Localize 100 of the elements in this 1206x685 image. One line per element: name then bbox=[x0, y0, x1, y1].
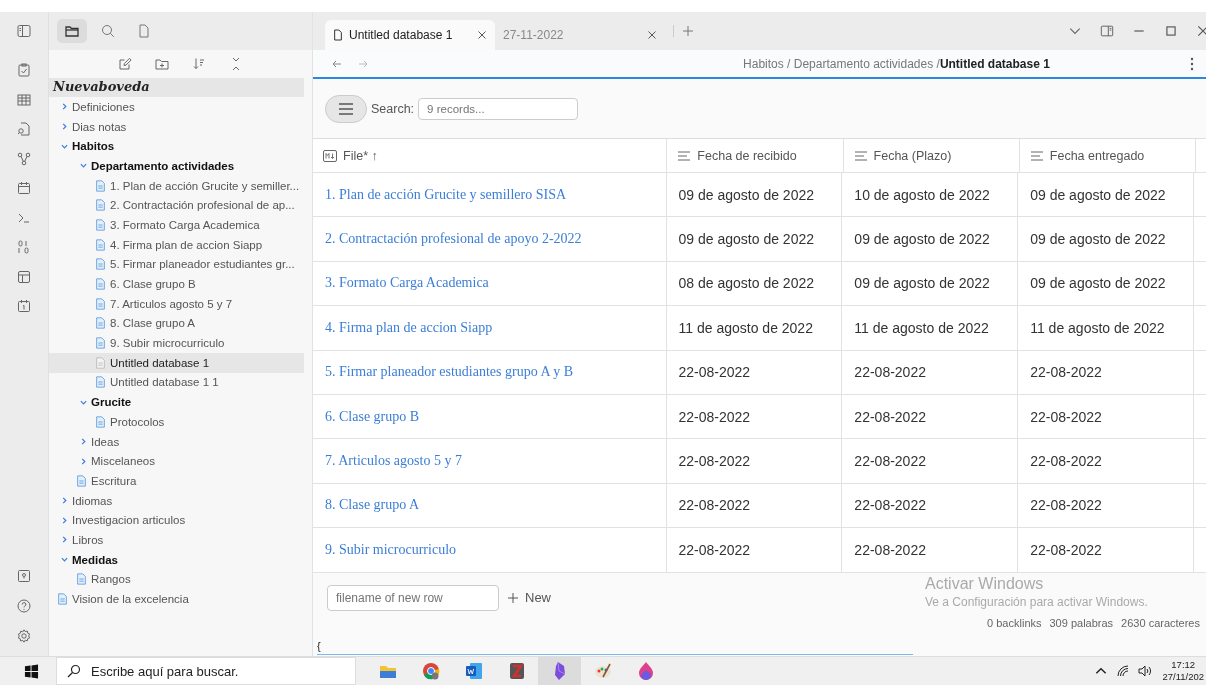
vault-icon[interactable] bbox=[16, 568, 32, 584]
volume-icon[interactable] bbox=[1138, 664, 1153, 678]
folder-item[interactable]: Ideas bbox=[49, 431, 304, 452]
clock[interactable]: 17:12 27/11/202 bbox=[1162, 659, 1204, 683]
file-link[interactable]: 5. Firmar planeador estudiantes grupo A y B bbox=[313, 350, 667, 394]
menu-button[interactable] bbox=[325, 94, 367, 123]
markdown-icon bbox=[323, 149, 337, 162]
graph-icon[interactable] bbox=[16, 150, 32, 167]
calendar-day-icon[interactable] bbox=[16, 298, 32, 314]
file-item[interactable]: 4. Firma plan de accion Siapp bbox=[49, 234, 304, 255]
file-item[interactable]: 5. Firmar planeador estudiantes gr... bbox=[49, 254, 304, 275]
file-search-icon[interactable] bbox=[16, 121, 32, 137]
column-header[interactable]: Fecha entregado bbox=[1019, 139, 1196, 172]
breadcrumb-item[interactable]: Habitos / Departamento actividades / bbox=[743, 56, 940, 71]
file-link[interactable]: 6. Clase grupo B bbox=[313, 394, 667, 439]
taskbar-search-field[interactable]: Escribe aquí para buscar. bbox=[56, 657, 356, 685]
table-cell: 22-08-2022 bbox=[666, 394, 843, 439]
folder-item[interactable]: Grucite bbox=[49, 392, 304, 412]
file-link[interactable]: 1. Plan de acción Grucite y semillero SISA bbox=[313, 173, 667, 217]
close-icon[interactable] bbox=[647, 30, 657, 40]
calendar-icon[interactable] bbox=[16, 180, 32, 196]
file-link[interactable]: 2. Contractación profesional de apoyo 2-2022 bbox=[313, 217, 667, 261]
file-item[interactable]: Escritura bbox=[49, 471, 304, 491]
new-folder-icon[interactable] bbox=[154, 56, 170, 72]
obsidian-app-icon[interactable] bbox=[538, 657, 581, 685]
folder-item[interactable]: Libros bbox=[49, 530, 304, 550]
file-item[interactable]: Untitled database 1 1 bbox=[49, 372, 304, 393]
file-item[interactable]: Vision de la excelencia bbox=[49, 589, 304, 609]
checklist-icon[interactable] bbox=[16, 62, 32, 78]
network-icon[interactable] bbox=[1116, 664, 1131, 678]
table-cell: 22-08-2022 bbox=[842, 394, 1019, 439]
file-icon bbox=[95, 297, 106, 310]
table-cell: 22-08-2022 bbox=[842, 439, 1019, 483]
folder-item[interactable]: Idiomas bbox=[49, 490, 304, 511]
file-link[interactable]: 8. Clase grupo A bbox=[313, 483, 667, 528]
column-header[interactable]: Fecha (Plazo) bbox=[843, 139, 1020, 172]
file-link[interactable]: 3. Formato Carga Academica bbox=[313, 261, 667, 306]
file-item[interactable]: 1. Plan de acción Grucite y semiller... bbox=[49, 175, 304, 196]
folder-item[interactable]: Miscelaneos bbox=[49, 451, 304, 472]
file-icon bbox=[57, 593, 68, 606]
chevron-icon bbox=[61, 103, 68, 111]
settings-icon[interactable] bbox=[16, 628, 32, 644]
table-cell: 22-08-2022 bbox=[666, 483, 843, 528]
chevron-icon bbox=[61, 556, 68, 564]
table-cell: 08 de agosto de 2022 bbox=[666, 261, 843, 306]
search-field[interactable]: 9 records... bbox=[418, 97, 579, 120]
file-link[interactable]: 4. Firma plan de accion Siapp bbox=[313, 306, 667, 350]
folder-item[interactable]: Medidas bbox=[49, 549, 304, 570]
column-header[interactable]: File* ↑ bbox=[313, 139, 668, 172]
file-item[interactable]: 2. Contractación profesional de ap... bbox=[49, 195, 304, 216]
windows-start-icon[interactable] bbox=[24, 663, 39, 679]
file-icon bbox=[95, 238, 106, 251]
table-cell: 22-08-2022 bbox=[842, 528, 1019, 572]
table-cell: 22-08-2022 bbox=[666, 528, 843, 572]
editor-line[interactable]: { bbox=[317, 638, 913, 655]
file-icon bbox=[95, 199, 106, 212]
breadcrumb-item[interactable]: Untitled database 1 bbox=[939, 56, 1050, 71]
file-link[interactable]: 9. Subir microcurriculo bbox=[313, 528, 667, 572]
table-icon[interactable] bbox=[16, 91, 32, 108]
folder-item[interactable]: Investigacion articulos bbox=[49, 510, 304, 531]
file-item[interactable]: Protocolos bbox=[49, 412, 304, 432]
folder-item[interactable]: Dias notas bbox=[49, 116, 304, 137]
new-note-icon[interactable] bbox=[117, 56, 133, 72]
file-item[interactable]: 8. Clase grupo A bbox=[49, 313, 304, 334]
vault-name[interactable]: Nuevaboveda bbox=[49, 78, 304, 97]
status-item: 0 backlinks bbox=[987, 616, 1042, 629]
folder-item[interactable]: Habitos bbox=[49, 136, 304, 157]
maximize-icon[interactable] bbox=[1164, 24, 1178, 38]
close-icon[interactable] bbox=[477, 30, 487, 40]
binary-icon[interactable] bbox=[16, 239, 32, 255]
table-cell: 09 de agosto de 2022 bbox=[1018, 173, 1194, 217]
file-item[interactable]: 9. Subir microcurriculo bbox=[49, 333, 304, 353]
table-cell: 22-08-2022 bbox=[666, 350, 843, 394]
file-item[interactable]: 3. Formato Carga Academica bbox=[49, 215, 304, 235]
more-options-icon[interactable] bbox=[1190, 56, 1194, 71]
file-item[interactable]: Untitled database 1 bbox=[49, 352, 304, 373]
chevron-icon bbox=[80, 438, 87, 446]
file-link[interactable]: 7. Articulos agosto 5 y 7 bbox=[313, 439, 667, 483]
chevron-icon bbox=[80, 457, 87, 465]
chevron-icon bbox=[80, 162, 87, 170]
sort-icon[interactable] bbox=[191, 56, 207, 72]
file-item[interactable]: 6. Clase grupo B bbox=[49, 274, 304, 294]
new-row-button[interactable]: New bbox=[507, 590, 551, 605]
sidebar-toggle-icon[interactable] bbox=[16, 23, 32, 39]
folder-item[interactable]: Definiciones bbox=[49, 97, 304, 117]
editor-tab[interactable]: Untitled database 1 bbox=[325, 20, 495, 50]
table-cell: 09 de agosto de 2022 bbox=[666, 173, 843, 217]
folder-item[interactable]: Departamento actividades bbox=[49, 156, 304, 176]
column-header[interactable]: Fecha de recibido bbox=[667, 139, 844, 172]
folder-tab[interactable] bbox=[57, 19, 87, 43]
split-view-icon[interactable] bbox=[1100, 24, 1114, 38]
status-item: 2630 caracteres bbox=[1121, 616, 1200, 629]
table-cell: 11 de agosto de 2022 bbox=[666, 306, 843, 350]
table-cell: 09 de agosto de 2022 bbox=[842, 261, 1019, 306]
new-row-field[interactable]: filename of new row bbox=[327, 584, 499, 611]
file-item[interactable]: 7. Articulos agosto 5 y 7 bbox=[49, 293, 304, 314]
close-window-icon[interactable] bbox=[1196, 24, 1206, 38]
layout-icon[interactable] bbox=[16, 268, 32, 285]
help-icon[interactable] bbox=[16, 598, 32, 614]
file-item[interactable]: Rangos bbox=[49, 569, 304, 590]
